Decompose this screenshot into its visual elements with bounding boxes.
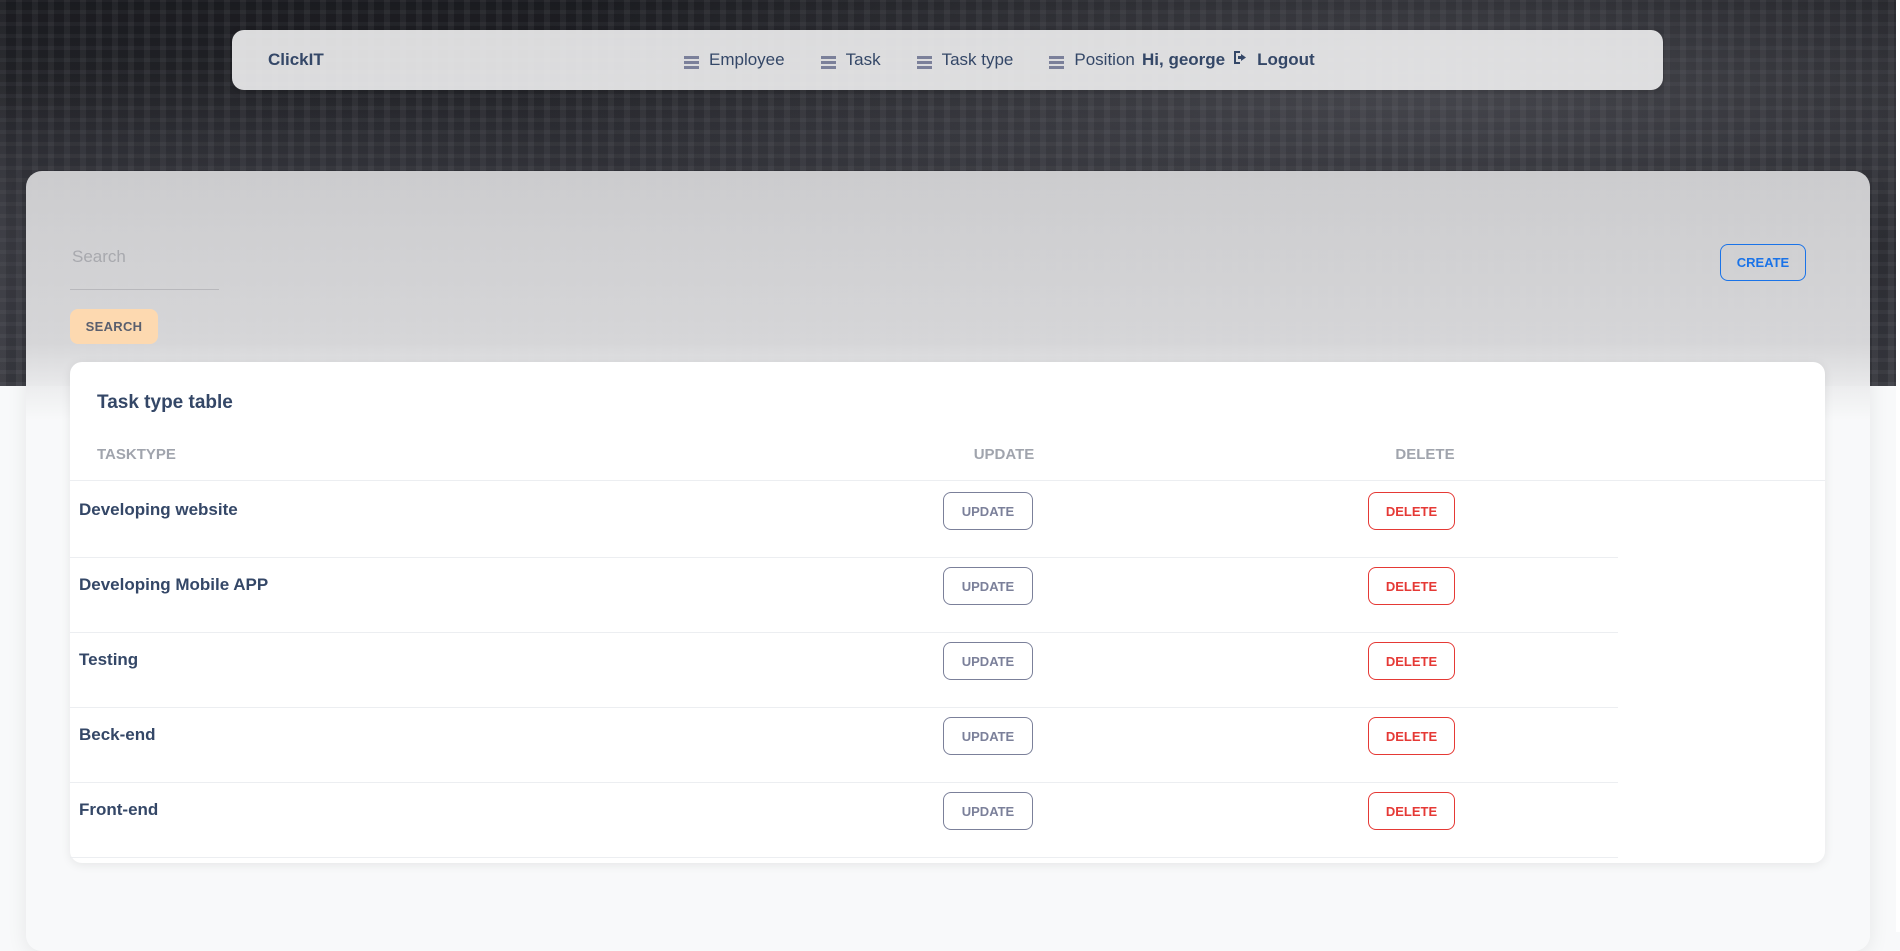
column-header-update: UPDATE <box>973 446 1035 463</box>
tasktype-cell: Front-end <box>79 800 159 819</box>
nav-label-task: Task <box>845 50 881 69</box>
update-button[interactable]: UPDATE <box>943 717 1033 755</box>
logout-label: Logout <box>1257 50 1315 69</box>
table-title: Task type table <box>97 392 233 413</box>
table-icon <box>916 54 932 69</box>
delete-button[interactable]: DELETE <box>1368 642 1455 680</box>
table-icon <box>684 54 699 69</box>
table-icon <box>1049 54 1065 69</box>
navbar: ClickIT Employee Task Task type Position <box>232 30 1663 90</box>
tasktype-cell: Developing Mobile APP <box>79 575 269 594</box>
nav-item-position[interactable]: Position <box>1049 50 1135 70</box>
user-greeting: Hi, george <box>1142 50 1226 69</box>
nav-item-task[interactable]: Task <box>820 50 881 70</box>
table-row: Beck-end UPDATE DELETE <box>70 707 1618 783</box>
delete-button[interactable]: DELETE <box>1368 567 1455 605</box>
nav-links: Employee Task Task type Position <box>684 30 1171 90</box>
nav-label-position: Position <box>1074 50 1135 69</box>
tasktype-cell: Beck-end <box>79 725 156 744</box>
table-row: Testing UPDATE DELETE <box>70 632 1618 708</box>
update-button[interactable]: UPDATE <box>943 642 1033 680</box>
window-edge <box>1896 0 1900 932</box>
table-header: TASKTYPE UPDATE DELETE <box>70 432 1825 481</box>
table-row: Developing website UPDATE DELETE <box>70 482 1618 558</box>
column-header-tasktype: TASKTYPE <box>97 446 176 463</box>
search-input[interactable] <box>70 225 219 290</box>
search-button[interactable]: SEARCH <box>70 309 158 344</box>
column-header-delete: DELETE <box>1395 446 1455 463</box>
brand-logo[interactable]: ClickIT <box>268 30 324 90</box>
tasktype-cell: Developing website <box>79 500 238 519</box>
update-button[interactable]: UPDATE <box>943 567 1033 605</box>
delete-button[interactable]: DELETE <box>1368 792 1455 830</box>
table-row: Front-end UPDATE DELETE <box>70 782 1618 858</box>
table-icon <box>820 54 836 69</box>
table-row: Developing Mobile APP UPDATE DELETE <box>70 557 1618 633</box>
nav-item-task-type[interactable]: Task type <box>916 50 1014 70</box>
nav-item-employee[interactable]: Employee <box>684 50 785 70</box>
delete-button[interactable]: DELETE <box>1368 717 1455 755</box>
nav-label-task-type: Task type <box>941 50 1014 69</box>
update-button[interactable]: UPDATE <box>943 492 1033 530</box>
user-area: Hi, george Logout <box>1142 30 1315 90</box>
tasktype-cell: Testing <box>79 650 139 669</box>
nav-label-employee: Employee <box>709 50 785 69</box>
update-button[interactable]: UPDATE <box>943 792 1033 830</box>
logout-icon <box>1233 50 1249 70</box>
create-button[interactable]: CREATE <box>1720 244 1806 281</box>
logout-link[interactable]: Logout <box>1233 50 1315 70</box>
delete-button[interactable]: DELETE <box>1368 492 1455 530</box>
task-type-table: Task type table TASKTYPE UPDATE DELETE D… <box>70 362 1825 863</box>
